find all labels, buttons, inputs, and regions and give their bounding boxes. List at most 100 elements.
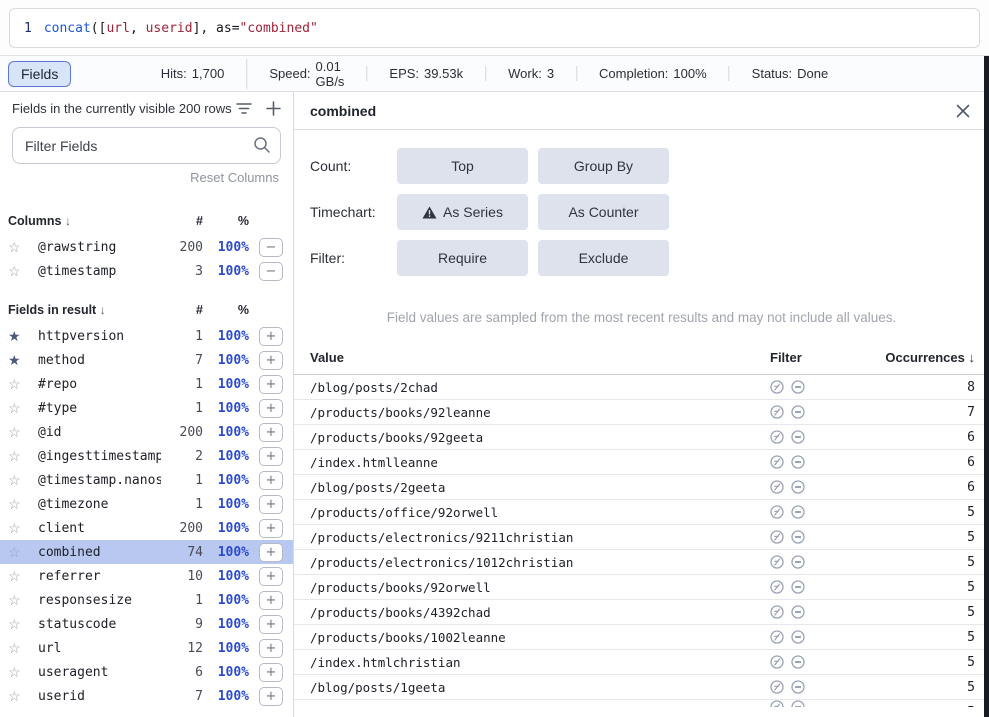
add-column-button[interactable]: +	[259, 639, 283, 658]
filter-exclude-icon[interactable]	[791, 430, 805, 444]
star-icon[interactable]	[8, 240, 30, 254]
field-row[interactable]: userid7100%+	[0, 684, 293, 708]
field-row[interactable]: @id200100%+	[0, 420, 293, 444]
column-field-row[interactable]: @rawstring200100%−	[0, 235, 293, 259]
add-column-button[interactable]: +	[259, 447, 283, 466]
filter-include-icon[interactable]	[770, 430, 784, 444]
field-row[interactable]: @ingesttimestamp2100%+	[0, 444, 293, 468]
filter-exclude-icon[interactable]	[791, 380, 805, 394]
field-row[interactable]: method7100%+	[0, 348, 293, 372]
remove-column-button[interactable]: −	[259, 262, 283, 281]
filter-include-icon[interactable]	[770, 505, 784, 519]
filter-include-icon[interactable]	[770, 630, 784, 644]
action-button-primary[interactable]: Require	[397, 240, 528, 276]
star-icon[interactable]	[8, 497, 30, 511]
star-icon[interactable]	[8, 617, 30, 631]
filter-exclude-icon[interactable]	[791, 505, 805, 519]
field-row[interactable]: responsesize1100%+	[0, 588, 293, 612]
filter-include-icon[interactable]	[770, 530, 784, 544]
close-icon[interactable]	[955, 103, 971, 119]
star-icon[interactable]	[8, 473, 30, 487]
filter-exclude-icon[interactable]	[791, 580, 805, 594]
action-button-primary[interactable]: As Series	[397, 194, 528, 230]
field-row[interactable]: @timestamp.nanos1100%+	[0, 468, 293, 492]
filter-exclude-icon[interactable]	[791, 605, 805, 619]
filter-fields-input[interactable]	[12, 127, 281, 164]
action-button-secondary[interactable]: Group By	[538, 148, 669, 184]
field-row[interactable]: url12100%+	[0, 636, 293, 660]
filter-include-icon[interactable]	[770, 700, 784, 707]
field-row[interactable]: statuscode9100%+	[0, 612, 293, 636]
star-icon[interactable]	[8, 425, 30, 439]
filter-lines-icon[interactable]	[236, 102, 252, 115]
add-column-button[interactable]: +	[259, 327, 283, 346]
add-column-button[interactable]: +	[259, 591, 283, 610]
action-button-secondary[interactable]: Exclude	[538, 240, 669, 276]
filter-include-icon[interactable]	[770, 580, 784, 594]
star-icon[interactable]	[8, 641, 30, 655]
filter-include-icon[interactable]	[770, 405, 784, 419]
query-editor[interactable]: 1 concat([url, userid], as="combined"	[9, 8, 980, 48]
star-icon[interactable]	[8, 449, 30, 463]
fields-result-section-header[interactable]: Fields in result ↓ # %	[0, 301, 293, 319]
filter-exclude-icon[interactable]	[791, 700, 805, 707]
columns-section-header[interactable]: Columns ↓ # %	[0, 212, 293, 230]
field-row[interactable]: useragent6100%+	[0, 660, 293, 684]
filter-exclude-icon[interactable]	[791, 480, 805, 494]
field-row[interactable]: httpversion1100%+	[0, 324, 293, 348]
field-row[interactable]: combined74100%+	[0, 540, 293, 564]
field-row[interactable]: client200100%+	[0, 516, 293, 540]
add-column-button[interactable]: +	[259, 423, 283, 442]
filter-include-icon[interactable]	[770, 555, 784, 569]
star-icon[interactable]	[8, 353, 30, 367]
add-column-button[interactable]: +	[259, 399, 283, 418]
star-icon[interactable]	[8, 689, 30, 703]
filter-exclude-icon[interactable]	[791, 530, 805, 544]
filter-exclude-icon[interactable]	[791, 630, 805, 644]
field-row[interactable]: #repo1100%+	[0, 372, 293, 396]
occurrences-column-header[interactable]: Occurrences ↓	[860, 350, 975, 365]
add-column-button[interactable]: +	[259, 351, 283, 370]
add-column-button[interactable]: +	[259, 663, 283, 682]
field-percent: 100%	[203, 665, 249, 680]
filter-include-icon[interactable]	[770, 380, 784, 394]
filter-include-icon[interactable]	[770, 680, 784, 694]
filter-include-icon[interactable]	[770, 605, 784, 619]
remove-column-button[interactable]: −	[259, 238, 283, 257]
field-row[interactable]: #type1100%+	[0, 396, 293, 420]
filter-exclude-icon[interactable]	[791, 655, 805, 669]
star-icon[interactable]	[8, 264, 30, 278]
add-column-button[interactable]: +	[259, 495, 283, 514]
right-edge-panel[interactable]	[984, 56, 989, 717]
add-column-button[interactable]: +	[259, 543, 283, 562]
add-field-icon[interactable]	[266, 101, 281, 116]
add-column-button[interactable]: +	[259, 615, 283, 634]
add-column-button[interactable]: +	[259, 567, 283, 586]
filter-include-icon[interactable]	[770, 480, 784, 494]
field-row[interactable]: referrer10100%+	[0, 564, 293, 588]
filter-include-icon[interactable]	[770, 455, 784, 469]
add-column-button[interactable]: +	[259, 519, 283, 538]
filter-exclude-icon[interactable]	[791, 555, 805, 569]
star-icon[interactable]	[8, 665, 30, 679]
star-icon[interactable]	[8, 593, 30, 607]
column-field-row[interactable]: @timestamp3100%−	[0, 259, 293, 283]
add-column-button[interactable]: +	[259, 375, 283, 394]
field-row[interactable]: @timezone1100%+	[0, 492, 293, 516]
action-button-primary[interactable]: Top	[397, 148, 528, 184]
filter-exclude-icon[interactable]	[791, 455, 805, 469]
filter-exclude-icon[interactable]	[791, 405, 805, 419]
star-icon[interactable]	[8, 377, 30, 391]
filter-include-icon[interactable]	[770, 655, 784, 669]
add-column-button[interactable]: +	[259, 471, 283, 490]
fields-toggle-button[interactable]: Fields	[8, 61, 71, 87]
star-icon[interactable]	[8, 521, 30, 535]
star-icon[interactable]	[8, 401, 30, 415]
star-icon[interactable]	[8, 569, 30, 583]
action-button-secondary[interactable]: As Counter	[538, 194, 669, 230]
filter-exclude-icon[interactable]	[791, 680, 805, 694]
add-column-button[interactable]: +	[259, 687, 283, 706]
reset-columns-link[interactable]: Reset Columns	[190, 170, 279, 185]
star-icon[interactable]	[8, 545, 30, 559]
star-icon[interactable]	[8, 329, 30, 343]
